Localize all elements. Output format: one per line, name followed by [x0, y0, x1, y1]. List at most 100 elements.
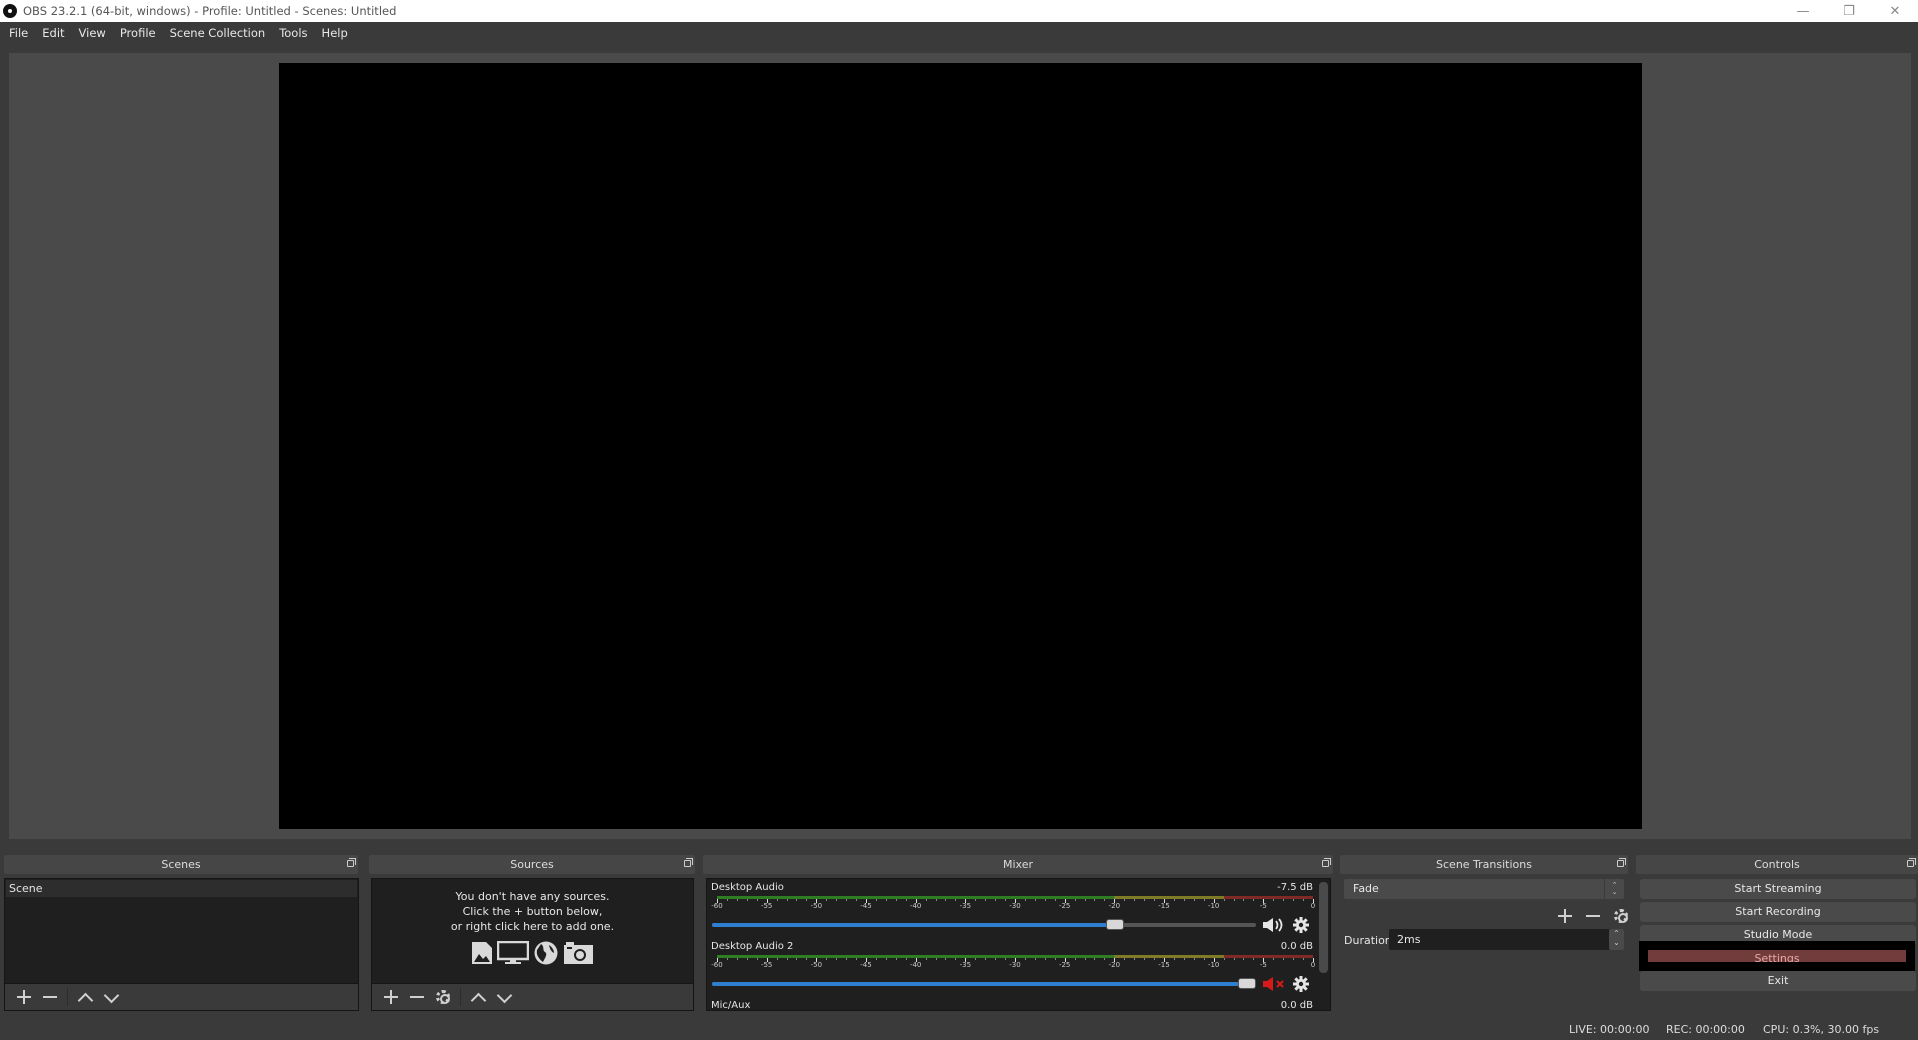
- title-bar: OBS 23.2.1 (64-bit, windows) - Profile: …: [0, 0, 1918, 22]
- spin-up-icon[interactable]: ⌃: [1609, 929, 1624, 938]
- meter-tick: [777, 899, 778, 901]
- exit-button[interactable]: Exit: [1640, 971, 1916, 991]
- menu-edit[interactable]: Edit: [35, 22, 71, 45]
- mixer-panel: Desktop Audio -7.5 dB -60 -55 -50 -45 -40 -35 -3…: [706, 878, 1331, 1011]
- duration-input[interactable]: 2ms: [1389, 929, 1613, 950]
- meter-scale-label: -40: [909, 961, 922, 969]
- add-source-button[interactable]: [378, 986, 404, 1008]
- menu-tools[interactable]: Tools: [272, 22, 314, 45]
- source-properties-button[interactable]: [430, 986, 456, 1008]
- meter-scale-label: -45: [860, 902, 872, 910]
- meter-tick: [846, 958, 847, 960]
- menu-file[interactable]: File: [2, 22, 35, 45]
- controls-title: Controls: [1754, 858, 1800, 871]
- undock-icon[interactable]: [347, 858, 356, 867]
- scene-item[interactable]: Scene: [6, 880, 357, 897]
- meter-tick: [995, 958, 996, 960]
- transition-properties-button[interactable]: [1608, 905, 1634, 927]
- sources-list[interactable]: You don't have any sources. Click the + …: [371, 878, 694, 984]
- meter-tick: [1124, 958, 1125, 960]
- meter-tick: [757, 899, 758, 901]
- obs-logo-icon: [3, 4, 17, 18]
- meter-tick: [856, 958, 857, 960]
- start-recording-button[interactable]: Start Recording: [1640, 902, 1916, 922]
- meter-tick: [1253, 958, 1254, 960]
- scenes-list[interactable]: Scene: [4, 878, 359, 984]
- mixer-scrollbar[interactable]: [1319, 882, 1328, 973]
- scenes-dock-title: Scenes: [4, 855, 358, 874]
- meter-tick: [955, 958, 956, 960]
- meter-tick: [886, 958, 887, 960]
- meter-tick: [906, 899, 907, 901]
- duration-spinner[interactable]: ⌃ ⌄: [1609, 929, 1624, 950]
- meter-tick: [1124, 899, 1125, 901]
- meter-tick: [806, 899, 807, 901]
- meter-tick: [757, 958, 758, 960]
- restore-button[interactable]: ❐: [1826, 0, 1872, 22]
- volume-slider[interactable]: [712, 919, 1256, 930]
- menu-help[interactable]: Help: [315, 22, 355, 45]
- menu-view[interactable]: View: [72, 22, 113, 45]
- meter-tick: [1134, 958, 1135, 960]
- preview-canvas[interactable]: [279, 63, 1642, 829]
- volume-slider[interactable]: [712, 978, 1256, 989]
- empty-sources-line-3: or right click here to add one.: [450, 920, 615, 933]
- meter-tick: [1094, 958, 1095, 960]
- undock-icon[interactable]: [684, 858, 693, 867]
- gear-icon[interactable]: [1293, 917, 1309, 933]
- meter-scale-label: -50: [810, 902, 823, 910]
- live-timer: LIVE: 00:00:00: [1569, 1023, 1650, 1036]
- meter-tick: [876, 958, 877, 960]
- meter-scale-label: -40: [909, 902, 922, 910]
- add-transition-button[interactable]: [1552, 905, 1578, 927]
- muted-speaker-icon[interactable]: [1262, 976, 1284, 992]
- meter-tick: [926, 899, 927, 901]
- meter-scale-label: -10: [1207, 961, 1220, 969]
- gear-icon[interactable]: [1293, 976, 1309, 992]
- undock-icon[interactable]: [1322, 858, 1331, 867]
- meter-tick: [955, 899, 956, 901]
- meter-tick: [836, 958, 837, 960]
- volume-slider-handle[interactable]: [1238, 978, 1256, 989]
- meter-scale-label: -50: [810, 961, 823, 969]
- settings-button[interactable]: Settings: [1648, 950, 1906, 962]
- meter-tick: [945, 958, 946, 960]
- menu-scene-collection[interactable]: Scene Collection: [163, 22, 273, 45]
- menu-profile[interactable]: Profile: [113, 22, 163, 45]
- plus-icon: [1558, 909, 1572, 923]
- move-source-down-button[interactable]: [491, 986, 517, 1008]
- meter-tick: [737, 899, 738, 901]
- undock-icon[interactable]: [1617, 858, 1626, 867]
- remove-source-button[interactable]: [404, 986, 430, 1008]
- meter-red-zone: [1223, 955, 1313, 958]
- sources-title: Sources: [510, 858, 554, 871]
- minus-icon: [43, 996, 57, 998]
- move-scene-up-button[interactable]: [72, 986, 98, 1008]
- move-scene-down-button[interactable]: [98, 986, 124, 1008]
- meter-scale-label: -5: [1259, 902, 1267, 910]
- meter-tick: [747, 958, 748, 960]
- meter-tick: [985, 899, 986, 901]
- meter-tick: [1224, 958, 1225, 960]
- remove-transition-button[interactable]: [1580, 905, 1606, 927]
- meter-tick: [1055, 958, 1056, 960]
- meter-tick: [1104, 899, 1105, 901]
- transition-toolbar: [1552, 905, 1634, 927]
- meter-tick: [836, 899, 837, 901]
- close-button[interactable]: ✕: [1872, 0, 1918, 22]
- volume-slider-handle[interactable]: [1106, 919, 1125, 930]
- meter-tick: [1025, 958, 1026, 960]
- spin-down-icon[interactable]: ⌄: [1609, 938, 1624, 947]
- start-streaming-button[interactable]: Start Streaming: [1640, 879, 1916, 899]
- speaker-icon[interactable]: [1262, 917, 1284, 933]
- channel-name: Desktop Audio: [711, 882, 784, 893]
- undock-icon[interactable]: [1907, 858, 1916, 867]
- minimize-button[interactable]: —: [1780, 0, 1826, 22]
- transition-select[interactable]: Fade ⌃ ⌄: [1344, 879, 1624, 899]
- remove-scene-button[interactable]: [37, 986, 63, 1008]
- preview-area[interactable]: [9, 53, 1911, 839]
- meter-tick: [1085, 899, 1086, 901]
- add-scene-button[interactable]: [11, 986, 37, 1008]
- move-source-up-button[interactable]: [465, 986, 491, 1008]
- meter-tick: [1094, 899, 1095, 901]
